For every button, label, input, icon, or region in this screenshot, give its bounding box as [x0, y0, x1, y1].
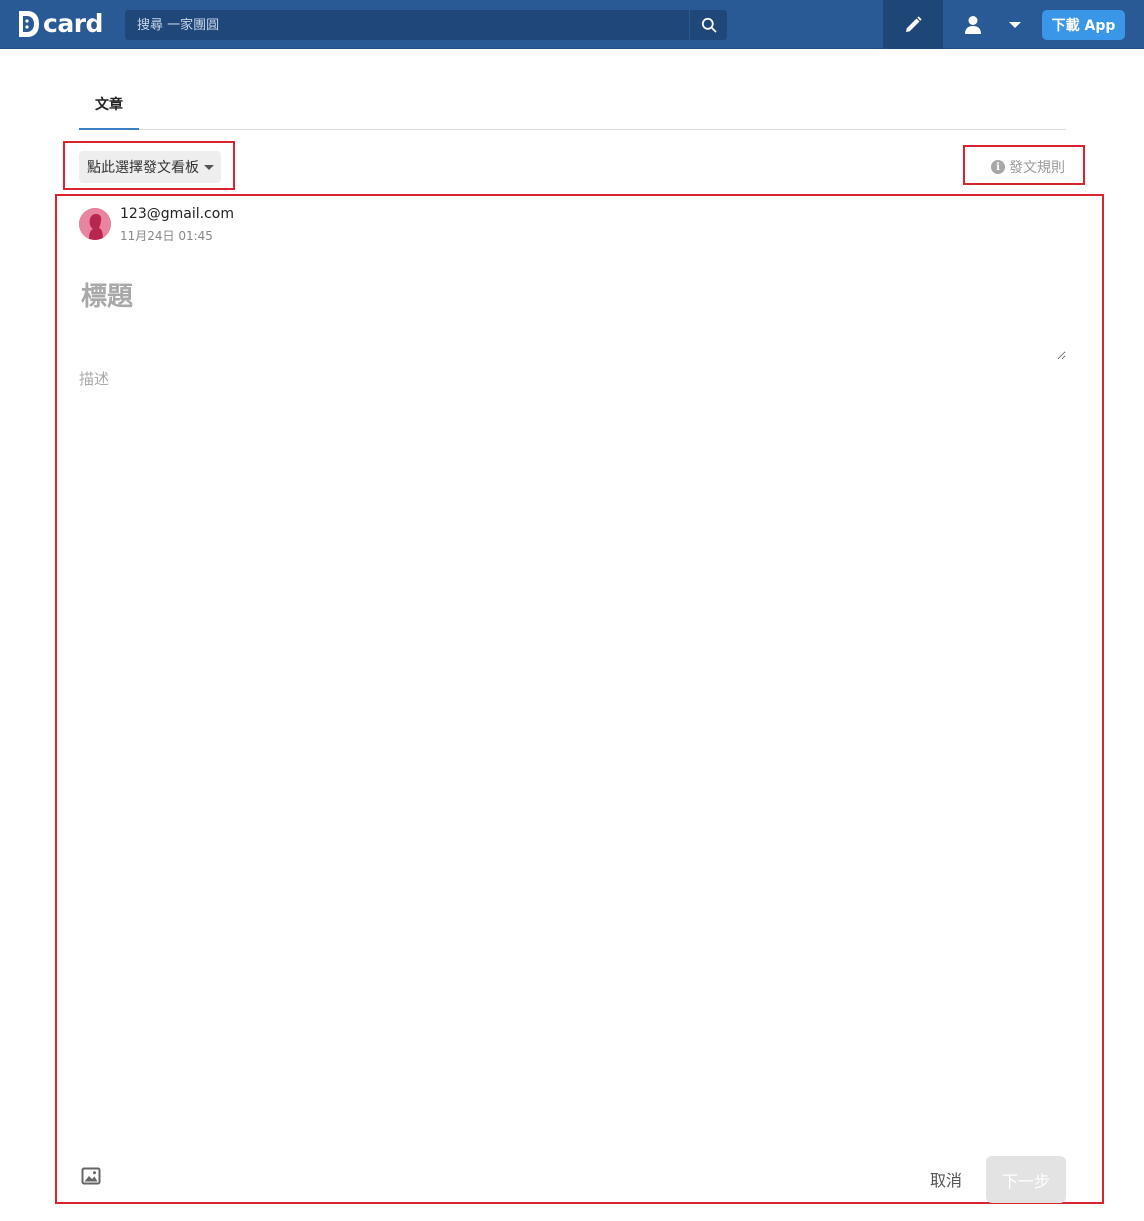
next-step-button[interactable]: 下一步 — [986, 1156, 1066, 1203]
tab-bar: 文章 — [79, 80, 1066, 130]
search-input[interactable] — [125, 10, 689, 40]
account-menu-button[interactable] — [1000, 10, 1030, 40]
dcard-logo[interactable]: card — [17, 9, 103, 39]
posting-rules-link[interactable]: i 發文規則 — [991, 157, 1065, 177]
image-icon — [81, 1167, 101, 1185]
cancel-button[interactable]: 取消 — [922, 1166, 970, 1192]
insert-image-button[interactable] — [81, 1166, 101, 1186]
profile-button[interactable] — [958, 10, 988, 40]
board-select-label: 點此選擇發文看板 — [87, 160, 199, 176]
info-icon: i — [991, 160, 1005, 174]
logo-d-icon — [19, 11, 39, 37]
search-icon — [701, 17, 716, 33]
avatar — [79, 208, 111, 240]
female-avatar-icon — [79, 208, 111, 240]
top-navbar: card 下載 App — [0, 0, 1144, 49]
post-timestamp: 11月24日 01:45 — [120, 229, 213, 243]
user-icon — [965, 16, 981, 34]
title-input[interactable] — [79, 272, 1066, 360]
posting-rules-label: 發文規則 — [1009, 160, 1065, 176]
write-post-button[interactable] — [883, 0, 943, 49]
logo-text: card — [43, 9, 103, 38]
download-app-button[interactable]: 下載 App — [1042, 10, 1125, 40]
caret-down-icon — [1009, 22, 1021, 28]
pencil-icon — [906, 15, 922, 32]
tab-articles[interactable]: 文章 — [79, 80, 139, 130]
author-email: 123@gmail.com — [120, 206, 234, 222]
search-button[interactable] — [689, 10, 727, 40]
search-bar — [125, 10, 727, 40]
caret-down-icon — [204, 164, 214, 170]
board-select-dropdown[interactable]: 點此選擇發文看板 — [79, 151, 221, 183]
description-input[interactable] — [79, 368, 1066, 1138]
